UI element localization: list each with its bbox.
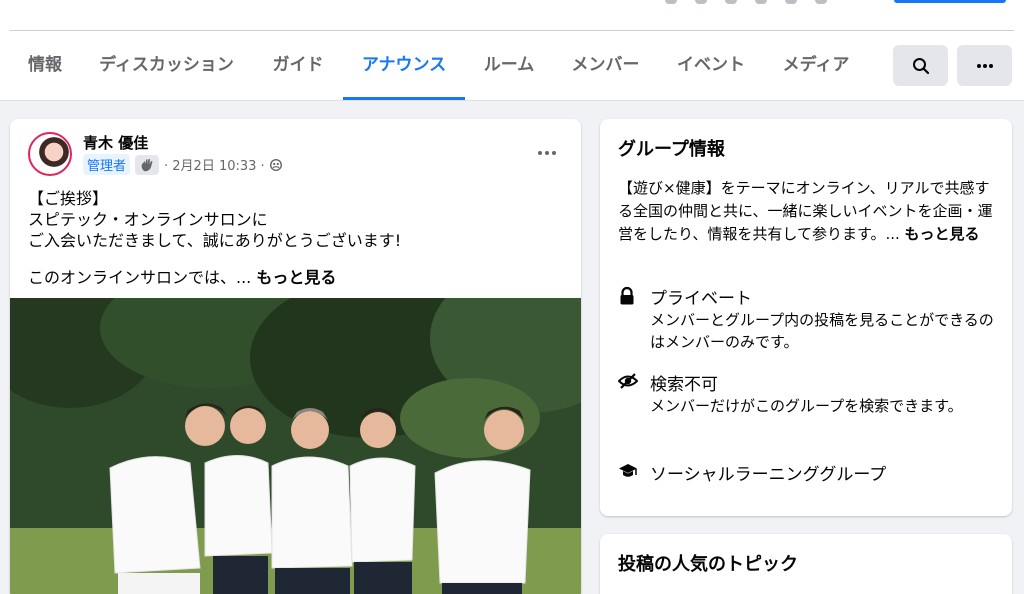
post-line: ご入会いただきまして、誠にありがとうございます! bbox=[28, 231, 402, 250]
post-more-button[interactable] bbox=[537, 141, 557, 160]
group-info-title: グループ情報 bbox=[618, 139, 725, 160]
info-item-hidden: 検索不可 メンバーだけがこのグループを検索できます。 bbox=[618, 370, 998, 442]
post-preview: このオンラインサロンでは、... bbox=[28, 268, 252, 287]
tab-rooms[interactable]: ルーム bbox=[483, 30, 535, 100]
info-item-title: ソーシャルラーニンググループ bbox=[650, 465, 887, 485]
more-options-button[interactable] bbox=[957, 45, 1012, 86]
post-body: 【ご挨拶】 スピテック・オンラインサロンに ご入会いただきまして、誠にありがとう… bbox=[28, 188, 401, 251]
header-icon[interactable] bbox=[815, 0, 827, 4]
popular-topics-title: 投稿の人気のトピック bbox=[618, 554, 798, 575]
group-icon bbox=[269, 158, 282, 171]
tab-events[interactable]: イベント bbox=[676, 30, 746, 100]
tab-info[interactable]: 情報 bbox=[28, 30, 62, 100]
search-button[interactable] bbox=[893, 45, 948, 86]
more-horizontal-icon bbox=[538, 151, 556, 155]
info-item-private: プライベート メンバーとグループ内の投稿を見ることができるのはメンバーのみです。 bbox=[618, 284, 998, 356]
lock-icon bbox=[620, 286, 634, 305]
post-author[interactable]: 青木 優佳 bbox=[83, 132, 148, 153]
post-meta: 管理者 · 2月2日 10:33 · bbox=[83, 154, 282, 175]
popular-topics-card: 投稿の人気のトピック bbox=[600, 534, 1012, 594]
post-preview-line: このオンラインサロンでは、... もっと見る bbox=[28, 264, 336, 288]
header-icon[interactable] bbox=[755, 0, 767, 4]
info-item-title: 検索不可 bbox=[650, 375, 718, 395]
tab-media[interactable]: メディア bbox=[781, 30, 851, 100]
info-item-subtitle: メンバーだけがこのグループを検索できます。 bbox=[650, 397, 963, 415]
tab-guide[interactable]: ガイド bbox=[271, 30, 325, 100]
header-icon[interactable] bbox=[725, 0, 737, 4]
tab-members[interactable]: メンバー bbox=[570, 30, 641, 100]
graduation-cap-icon bbox=[619, 464, 637, 477]
post-line: スピテック・オンラインサロンに bbox=[28, 210, 268, 229]
post-line: 【ご挨拶】 bbox=[28, 189, 109, 208]
avatar[interactable] bbox=[28, 132, 72, 176]
header-icons bbox=[665, 0, 827, 4]
post-date[interactable]: · 2月2日 10:33 · bbox=[164, 155, 265, 174]
see-more-link[interactable]: もっと見る bbox=[905, 225, 980, 243]
group-tab-bar: 情報 ディスカッション ガイド アナウンス ルーム メンバー イベント メディア bbox=[0, 30, 1024, 101]
more-horizontal-icon bbox=[976, 63, 993, 68]
header-icon[interactable] bbox=[695, 0, 707, 4]
eye-off-icon bbox=[618, 373, 638, 389]
group-info-card: グループ情報 【遊び×健康】をテーマにオンライン、リアルで共感する全国の仲間と共… bbox=[600, 119, 1012, 516]
info-item-social-learning: ソーシャルラーニンググループ bbox=[618, 460, 998, 490]
group-photo-image bbox=[10, 298, 581, 594]
info-item-title: プライベート bbox=[650, 289, 752, 309]
group-description: 【遊び×健康】をテーマにオンライン、リアルで共感する全国の仲間と共に、一緒に楽し… bbox=[618, 177, 996, 246]
tab-announcements[interactable]: アナウンス bbox=[343, 30, 465, 100]
search-icon bbox=[912, 57, 929, 74]
header-icon[interactable] bbox=[785, 0, 797, 4]
waving-hand-icon[interactable] bbox=[135, 154, 160, 175]
info-item-subtitle: メンバーとグループ内の投稿を見ることができるのはメンバーのみです。 bbox=[650, 311, 994, 351]
top-header-strip bbox=[0, 0, 1024, 30]
admin-badge[interactable]: 管理者 bbox=[83, 154, 131, 175]
announcement-post: 青木 優佳 管理者 · 2月2日 10:33 · 【ご挨拶】 スピテック・オンラ… bbox=[10, 119, 581, 594]
see-more-link[interactable]: もっと見る bbox=[256, 268, 336, 287]
join-button-edge[interactable] bbox=[894, 0, 1006, 3]
tab-discussion[interactable]: ディスカッション bbox=[97, 30, 236, 100]
post-photo[interactable] bbox=[10, 298, 581, 594]
header-icon[interactable] bbox=[665, 0, 677, 4]
